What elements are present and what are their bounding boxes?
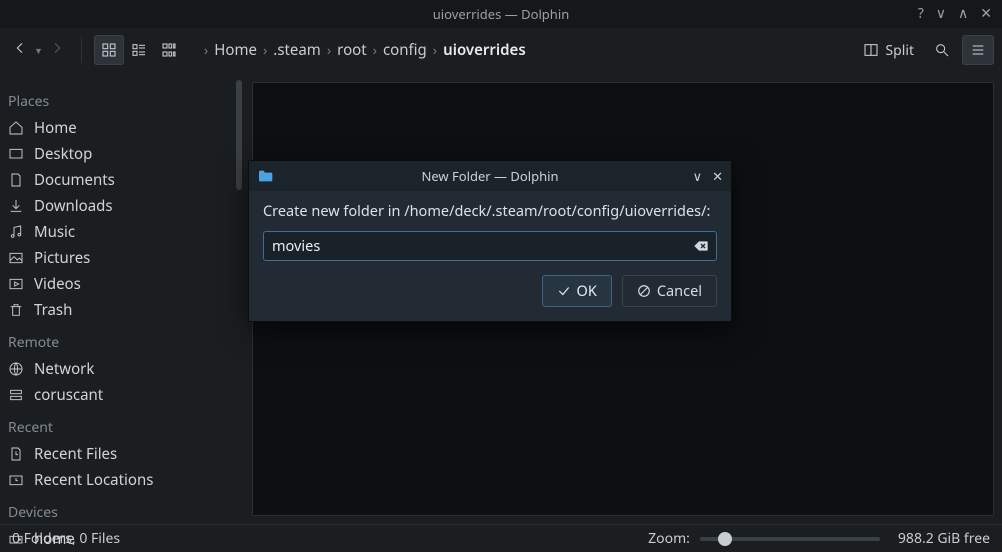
split-icon (863, 42, 879, 58)
ok-button[interactable]: OK (542, 275, 612, 307)
desktop-icon (8, 146, 24, 162)
check-icon (557, 284, 571, 298)
help-icon[interactable]: ? (918, 7, 924, 21)
chevron-right-icon: › (433, 41, 437, 60)
recent-locations-icon (8, 472, 24, 488)
downloads-icon (8, 198, 24, 214)
sidebar-item-recent-locations[interactable]: Recent Locations (0, 467, 244, 493)
places-panel: Places Home Desktop Documents Downloads … (0, 72, 244, 524)
free-space: 988.2 GiB free (898, 529, 990, 548)
trash-icon (8, 302, 24, 318)
split-button[interactable]: Split (855, 35, 922, 65)
separator (81, 37, 82, 63)
dialog-prompt: Create new folder in /home/deck/.steam/r… (263, 201, 717, 221)
sidebar-item-coruscant[interactable]: coruscant (0, 382, 244, 408)
documents-icon (8, 172, 24, 188)
sidebar-item-trash[interactable]: Trash (0, 297, 244, 323)
dialog-title: New Folder — Dolphin (421, 167, 558, 185)
split-label: Split (885, 41, 914, 60)
server-icon (8, 387, 24, 403)
chevron-right-icon: › (373, 41, 377, 60)
drive-icon (8, 531, 24, 547)
recent-files-icon (8, 446, 24, 462)
chevron-right-icon: › (327, 41, 331, 60)
sidebar-item-downloads[interactable]: Downloads (0, 193, 244, 219)
back-history-dropdown[interactable]: ▼ (34, 44, 43, 57)
chevron-right-icon: › (204, 41, 208, 60)
breadcrumb-item[interactable]: .steam (273, 40, 321, 60)
menu-button[interactable] (962, 35, 994, 65)
dialog-titlebar: New Folder — Dolphin ∨ ✕ (249, 161, 731, 191)
window-titlebar: uioverrides — Dolphin ? ∨ ∧ ✕ (0, 0, 1002, 28)
breadcrumb: › Home › .steam › root › config › uiover… (204, 40, 526, 60)
sidebar-item-device-home[interactable]: home (0, 526, 244, 552)
cancel-label: Cancel (657, 281, 702, 301)
maximize-icon[interactable]: ∧ (958, 7, 968, 21)
folder-icon (257, 168, 273, 184)
zoom-slider[interactable] (700, 537, 880, 541)
sidebar-section-devices: Devices (0, 493, 244, 526)
ok-label: OK (577, 281, 597, 301)
sidebar-item-videos[interactable]: Videos (0, 271, 244, 297)
folder-name-input[interactable] (263, 231, 717, 261)
minimize-icon[interactable]: ∨ (936, 7, 946, 21)
close-icon[interactable]: ✕ (980, 7, 992, 21)
forward-button (45, 34, 69, 66)
sidebar-item-recent-files[interactable]: Recent Files (0, 441, 244, 467)
search-icon (934, 42, 950, 58)
dialog-collapse-icon[interactable]: ∨ (693, 167, 703, 185)
sidebar-section-remote: Remote (0, 323, 244, 356)
videos-icon (8, 276, 24, 292)
zoom-label: Zoom: (648, 529, 690, 548)
dialog-close-icon[interactable]: ✕ (712, 167, 723, 185)
view-compact-button[interactable] (124, 35, 154, 65)
sidebar-item-network[interactable]: Network (0, 356, 244, 382)
slider-thumb[interactable] (718, 532, 732, 546)
chevron-right-icon: › (263, 41, 267, 60)
sidebar-item-documents[interactable]: Documents (0, 167, 244, 193)
clear-input-icon[interactable] (693, 238, 709, 254)
window-title: uioverrides — Dolphin (433, 5, 569, 23)
breadcrumb-item[interactable]: root (337, 40, 366, 60)
breadcrumb-item[interactable]: Home (214, 40, 257, 60)
hamburger-icon (970, 42, 986, 58)
sidebar-item-desktop[interactable]: Desktop (0, 141, 244, 167)
search-button[interactable] (926, 35, 958, 65)
back-button[interactable] (8, 34, 32, 66)
cancel-icon (637, 284, 651, 298)
breadcrumb-item-current[interactable]: uioverrides (443, 40, 526, 60)
view-icons-button[interactable] (94, 35, 124, 65)
sidebar-item-home[interactable]: Home (0, 115, 244, 141)
sidebar-item-pictures[interactable]: Pictures (0, 245, 244, 271)
sidebar-item-music[interactable]: Music (0, 219, 244, 245)
scrollbar[interactable] (236, 80, 242, 190)
sidebar-section-recent: Recent (0, 408, 244, 441)
sidebar-section-places: Places (0, 82, 244, 115)
main-toolbar: ▼ › Home › .steam › root › config › uiov… (0, 28, 1002, 72)
home-icon (8, 120, 24, 136)
view-details-button[interactable] (154, 35, 184, 65)
pictures-icon (8, 250, 24, 266)
network-icon (8, 361, 24, 377)
cancel-button[interactable]: Cancel (622, 275, 717, 307)
new-folder-dialog: New Folder — Dolphin ∨ ✕ Create new fold… (248, 160, 732, 322)
music-icon (8, 224, 24, 240)
breadcrumb-item[interactable]: config (383, 40, 427, 60)
